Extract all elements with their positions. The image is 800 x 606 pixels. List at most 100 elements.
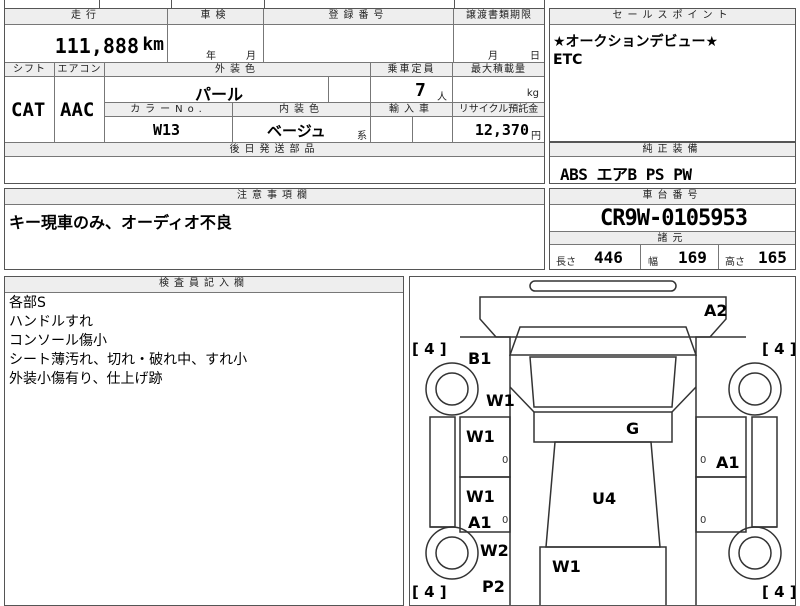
exterior-color-value: パール bbox=[195, 85, 244, 104]
sales-point-line-2: ETC bbox=[553, 52, 583, 68]
tire-label-front-left: [ 4 ] bbox=[412, 340, 447, 358]
recycle-value: 12,370 bbox=[474, 121, 529, 139]
inspection-month-unit: 月 bbox=[246, 51, 256, 62]
color-no-cell: W13 bbox=[105, 117, 233, 143]
exterior-color-header: 外装色 bbox=[105, 63, 371, 77]
damage-mark: W1 bbox=[466, 427, 495, 446]
aircon-header: エアコン bbox=[55, 63, 105, 77]
damage-mark: U4 bbox=[592, 489, 617, 508]
sales-point-header: セールスポイント bbox=[550, 9, 795, 25]
body-outline bbox=[460, 336, 746, 605]
vehicle-info-table: 走行 車検 登録番号 譲渡書類期限 111,888 km 年 月 月 日 シフト… bbox=[4, 8, 545, 184]
damage-mark: G bbox=[626, 419, 640, 438]
inspection-header: 車検 bbox=[168, 9, 264, 25]
inspection-cell: 年 月 bbox=[168, 25, 264, 63]
right-rear-tire bbox=[728, 526, 782, 580]
damage-mark: W1 bbox=[466, 487, 495, 506]
door-handle-mark: 0 bbox=[700, 515, 706, 526]
standard-equipment-panel: 純正装備 ABS エアB PS PW bbox=[549, 142, 796, 184]
shift-header: シフト bbox=[5, 63, 55, 77]
door-handle-mark: 0 bbox=[502, 455, 508, 466]
recycle-header: リサイクル預託金 bbox=[453, 103, 544, 117]
import-cell-a bbox=[371, 117, 413, 143]
hood-outline bbox=[479, 296, 727, 338]
mileage-value: 111,888 bbox=[54, 34, 139, 58]
interior-color-value: ベージュ bbox=[267, 122, 326, 140]
damage-mark: W1 bbox=[552, 557, 581, 576]
right-rear-tire-inner bbox=[738, 536, 772, 570]
right-front-tire-inner bbox=[738, 372, 772, 406]
tire-label-rear-right: [ 4 ] bbox=[762, 583, 796, 601]
specs-length-label: 長さ bbox=[556, 257, 576, 268]
specs-row: 長さ 446 幅 169 高さ 165 bbox=[550, 245, 795, 269]
max-load-cell: kg bbox=[453, 77, 544, 103]
right-front-tire bbox=[728, 362, 782, 416]
tire-label-front-right: [ 4 ] bbox=[762, 340, 796, 358]
car-diagram-panel: 0 0 0 0 [ 4 ] [ 4 ] [ 4 ] [ 4 ] A2 B1 W1… bbox=[409, 276, 796, 606]
shipping-parts-cell bbox=[5, 157, 544, 183]
top-stub-divider bbox=[99, 0, 100, 8]
shipping-parts-header: 後日発送部品 bbox=[5, 143, 544, 157]
color-no-value: W13 bbox=[153, 121, 181, 139]
roof-outline bbox=[533, 411, 673, 443]
top-stub-divider bbox=[264, 0, 265, 8]
specs-divider bbox=[640, 245, 641, 269]
rear-window bbox=[539, 546, 667, 605]
standard-equipment-value: ABS エアB PS PW bbox=[560, 165, 692, 184]
door-handle-mark: 0 bbox=[502, 515, 508, 526]
max-load-header: 最大積載量 bbox=[453, 63, 544, 77]
notes-header: 注意事項欄 bbox=[5, 189, 544, 205]
inspector-line-2: ハンドルすれ bbox=[9, 314, 93, 330]
registration-header: 登録番号 bbox=[264, 9, 454, 25]
inspector-line-1: 各部S bbox=[9, 295, 46, 311]
damage-mark: A1 bbox=[716, 453, 740, 472]
aircon-cell: AAC bbox=[55, 77, 105, 143]
specs-height-value: 165 bbox=[758, 248, 787, 267]
sales-point-line-1: ★オークションデビュー★ bbox=[553, 34, 719, 50]
capacity-unit: 人 bbox=[437, 92, 447, 103]
left-front-door bbox=[459, 416, 511, 478]
inspection-year-unit: 年 bbox=[206, 51, 216, 62]
transfer-day-unit: 日 bbox=[530, 51, 540, 62]
inspector-line-4: シート薄汚れ、切れ・破れ中、すれ小 bbox=[9, 352, 248, 368]
sales-point-panel: セールスポイント ★オークションデビュー★ ETC bbox=[549, 8, 796, 142]
damage-mark: P2 bbox=[482, 577, 505, 596]
color-no-header: カラーNo. bbox=[105, 103, 233, 117]
capacity-header: 乗車定員 bbox=[371, 63, 453, 77]
recycle-cell: 12,370 円 bbox=[453, 117, 544, 143]
left-front-tire bbox=[425, 362, 479, 416]
front-bumper bbox=[529, 280, 677, 292]
pillar-right bbox=[671, 386, 697, 413]
mileage-unit: km bbox=[142, 34, 164, 55]
damage-mark: B1 bbox=[468, 349, 492, 368]
top-stub-border bbox=[4, 0, 545, 8]
interior-color-header: 内装色 bbox=[233, 103, 371, 117]
capacity-value: 7 bbox=[415, 80, 426, 101]
mileage-header: 走行 bbox=[5, 9, 168, 25]
transfer-month-unit: 月 bbox=[488, 51, 498, 62]
import-cell-b bbox=[413, 117, 453, 143]
chassis-value: CR9W-0105953 bbox=[600, 206, 748, 231]
damage-mark: W2 bbox=[480, 541, 509, 560]
specs-length-value: 446 bbox=[594, 248, 623, 267]
inspector-line-3: コンソール傷小 bbox=[9, 333, 107, 349]
import-header: 輸入車 bbox=[371, 103, 453, 117]
mileage-cell: 111,888 km bbox=[5, 25, 168, 63]
cabin-outline bbox=[529, 356, 677, 408]
recycle-unit: 円 bbox=[531, 131, 541, 142]
left-side bbox=[429, 416, 456, 528]
specs-header: 諸元 bbox=[550, 231, 795, 245]
specs-height-label: 高さ bbox=[725, 257, 745, 268]
chassis-header: 車台番号 bbox=[550, 189, 795, 205]
exterior-color-extra bbox=[329, 77, 371, 103]
notes-value: キー現車のみ、オーディオ不良 bbox=[9, 213, 232, 232]
notes-panel: 注意事項欄 キー現車のみ、オーディオ不良 bbox=[4, 188, 545, 270]
specs-width-label: 幅 bbox=[648, 257, 658, 268]
max-load-unit: kg bbox=[526, 88, 539, 99]
exterior-color-cell: パール bbox=[105, 77, 329, 104]
interior-color-suffix: 系 bbox=[357, 131, 367, 142]
damage-mark: A1 bbox=[468, 513, 492, 532]
left-rear-tire-inner bbox=[435, 536, 469, 570]
tire-label-rear-left: [ 4 ] bbox=[412, 583, 447, 601]
right-side bbox=[751, 416, 778, 528]
